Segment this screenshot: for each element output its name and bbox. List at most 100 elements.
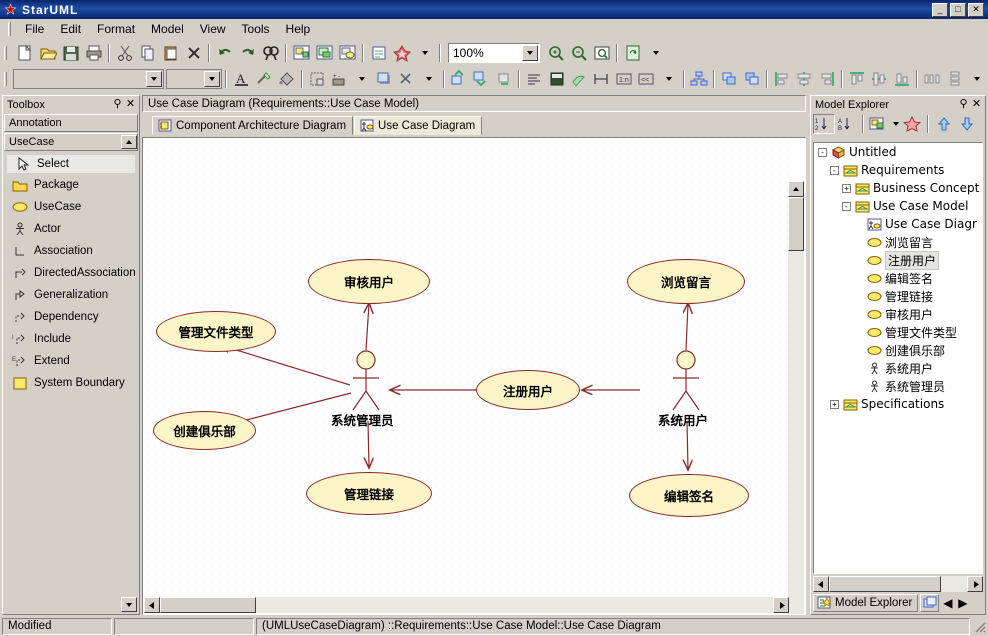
usecase-node-lianjie[interactable]: 管理链接 xyxy=(306,472,432,515)
move-up-icon[interactable] xyxy=(933,114,955,134)
collapse-toggle[interactable]: - xyxy=(830,166,839,175)
pin-icon[interactable]: ⚲ xyxy=(957,98,970,111)
pin-icon[interactable]: ⚲ xyxy=(111,98,124,111)
menu-file[interactable]: File xyxy=(17,20,52,38)
menu-grip[interactable] xyxy=(8,22,11,36)
font-color-icon[interactable]: A xyxy=(230,68,252,90)
expand-toggle[interactable]: + xyxy=(842,184,851,193)
usecase-node-shenhe[interactable]: 审核用户 xyxy=(308,259,430,304)
resize-grip[interactable] xyxy=(972,619,986,633)
scroll-left-button[interactable] xyxy=(813,576,829,592)
toolbox-item-generalization[interactable]: Generalization xyxy=(4,284,138,306)
menu-tools[interactable]: Tools xyxy=(234,20,278,38)
tree-node-guanlilianjie[interactable]: 管理链接 xyxy=(814,287,982,305)
actor-label-admin[interactable]: 系统管理员 xyxy=(331,410,394,429)
new-file-icon[interactable] xyxy=(13,42,36,64)
documentation-icon[interactable] xyxy=(367,42,390,64)
toolbox-item-directed-association[interactable]: DirectedAssociation xyxy=(4,262,138,284)
undo-icon[interactable] xyxy=(213,42,236,64)
horizontal-scroll-thumb[interactable] xyxy=(160,597,256,613)
paint-icon[interactable] xyxy=(568,68,590,90)
tree-node-use-case-model[interactable]: - Use Case Model xyxy=(814,197,982,215)
toolbar-grip-1[interactable] xyxy=(4,46,7,60)
toolbox-scroll-down-button[interactable] xyxy=(121,597,137,612)
explorer-tab-next-button[interactable]: ▶ xyxy=(956,594,969,611)
print-icon[interactable] xyxy=(82,42,105,64)
diagram-explorer-icon[interactable] xyxy=(920,594,939,612)
zoom-combo[interactable]: 100% xyxy=(448,43,540,63)
align-bottom-icon[interactable] xyxy=(891,68,913,90)
tree-node-untitled[interactable]: - Untitled xyxy=(814,143,982,161)
chevron-down-icon[interactable] xyxy=(146,71,162,87)
notes-icon[interactable] xyxy=(545,68,567,90)
align-middle-icon[interactable] xyxy=(868,68,890,90)
usecase-node-liulan[interactable]: 浏览留言 xyxy=(627,259,745,304)
actor-label-user[interactable]: 系统用户 xyxy=(658,410,708,429)
toolbox-section-annotation[interactable]: Annotation xyxy=(4,114,138,132)
order-dropdown[interactable] xyxy=(417,68,439,90)
visibility-dropdown[interactable] xyxy=(350,68,372,90)
send-backward-icon[interactable] xyxy=(493,68,515,90)
vertical-scroll-thumb[interactable] xyxy=(788,197,804,251)
sort-alphabetical-icon[interactable]: AB xyxy=(836,114,858,134)
explorer-tab-prev-button[interactable]: ◀ xyxy=(941,594,954,611)
send-to-back-icon[interactable] xyxy=(470,68,492,90)
cut-icon[interactable] xyxy=(113,42,136,64)
align-center-icon[interactable] xyxy=(793,68,815,90)
toolbox-item-usecase[interactable]: UseCase xyxy=(4,196,138,218)
add-diagram-icon[interactable] xyxy=(290,42,313,64)
tab-use-case-diagram[interactable]: Use Case Diagram xyxy=(354,116,482,135)
group-icon[interactable] xyxy=(718,68,740,90)
tree-node-xitongyonghu[interactable]: 系统用户 xyxy=(814,359,982,377)
tree-node-requirements[interactable]: - Requirements xyxy=(814,161,982,179)
minimize-button[interactable]: _ xyxy=(932,3,948,17)
align-right-icon[interactable] xyxy=(815,68,837,90)
toolbox-item-include[interactable]: I Include xyxy=(4,328,138,350)
scroll-right-button[interactable] xyxy=(967,576,983,592)
new-model-icon[interactable] xyxy=(868,114,890,134)
ungroup-icon[interactable] xyxy=(740,68,762,90)
refresh-dropdown[interactable] xyxy=(644,42,667,64)
fill-color-icon[interactable] xyxy=(275,68,297,90)
redo-icon[interactable] xyxy=(236,42,259,64)
tree-node-guanliwenjianleixing[interactable]: 管理文件类型 xyxy=(814,323,982,341)
canvas-horizontal-scrollbar[interactable] xyxy=(144,597,789,613)
role-dropdown[interactable] xyxy=(657,68,679,90)
find-icon[interactable] xyxy=(259,42,282,64)
tree-node-chuangjianjulebu[interactable]: 创建俱乐部 xyxy=(814,341,982,359)
toolbox-section-usecase[interactable]: UseCase xyxy=(4,133,138,151)
refresh-icon[interactable] xyxy=(621,42,644,64)
zoom-out-icon[interactable] xyxy=(567,42,590,64)
tree-node-use-case-diagram[interactable]: Use Case Diagr xyxy=(814,215,982,233)
usecase-node-zhuce[interactable]: 注册用户 xyxy=(476,370,580,410)
new-model-dropdown[interactable] xyxy=(891,114,900,134)
toolbox-item-actor[interactable]: Actor xyxy=(4,218,138,240)
toolbox-item-association[interactable]: Association xyxy=(4,240,138,262)
properties-dropdown[interactable] xyxy=(413,42,436,64)
menu-help[interactable]: Help xyxy=(278,20,319,38)
collapse-toggle[interactable]: - xyxy=(818,148,827,157)
role-icon[interactable]: << xyxy=(635,68,657,90)
space-vertical-icon[interactable] xyxy=(943,68,965,90)
connect-icon[interactable] xyxy=(590,68,612,90)
menu-view[interactable]: View xyxy=(192,20,234,38)
add-view-icon[interactable] xyxy=(336,42,359,64)
tree-node-specifications[interactable]: + Specifications xyxy=(814,395,982,413)
layout-icon[interactable] xyxy=(688,68,710,90)
toolbox-item-select[interactable]: Select xyxy=(6,154,136,174)
close-button[interactable]: ✕ xyxy=(968,3,984,17)
scroll-up-button[interactable] xyxy=(788,181,804,197)
align-text-icon[interactable] xyxy=(523,68,545,90)
usecase-node-qianming[interactable]: 编辑签名 xyxy=(629,474,749,517)
paste-icon[interactable] xyxy=(159,42,182,64)
sort-by-order-icon[interactable]: 12 xyxy=(813,114,835,134)
font-size-combo[interactable] xyxy=(166,69,223,89)
toolbox-item-dependency[interactable]: Dependency xyxy=(4,306,138,328)
toolbar-grip-2[interactable] xyxy=(4,72,7,86)
tree-node-shenheyonghu[interactable]: 审核用户 xyxy=(814,305,982,323)
close-icon[interactable]: ✕ xyxy=(124,98,137,111)
copy-icon[interactable] xyxy=(136,42,159,64)
stereotype-display-icon[interactable] xyxy=(306,68,328,90)
chevron-down-icon[interactable] xyxy=(522,45,538,61)
multiplicity-icon[interactable]: 1:n xyxy=(612,68,634,90)
